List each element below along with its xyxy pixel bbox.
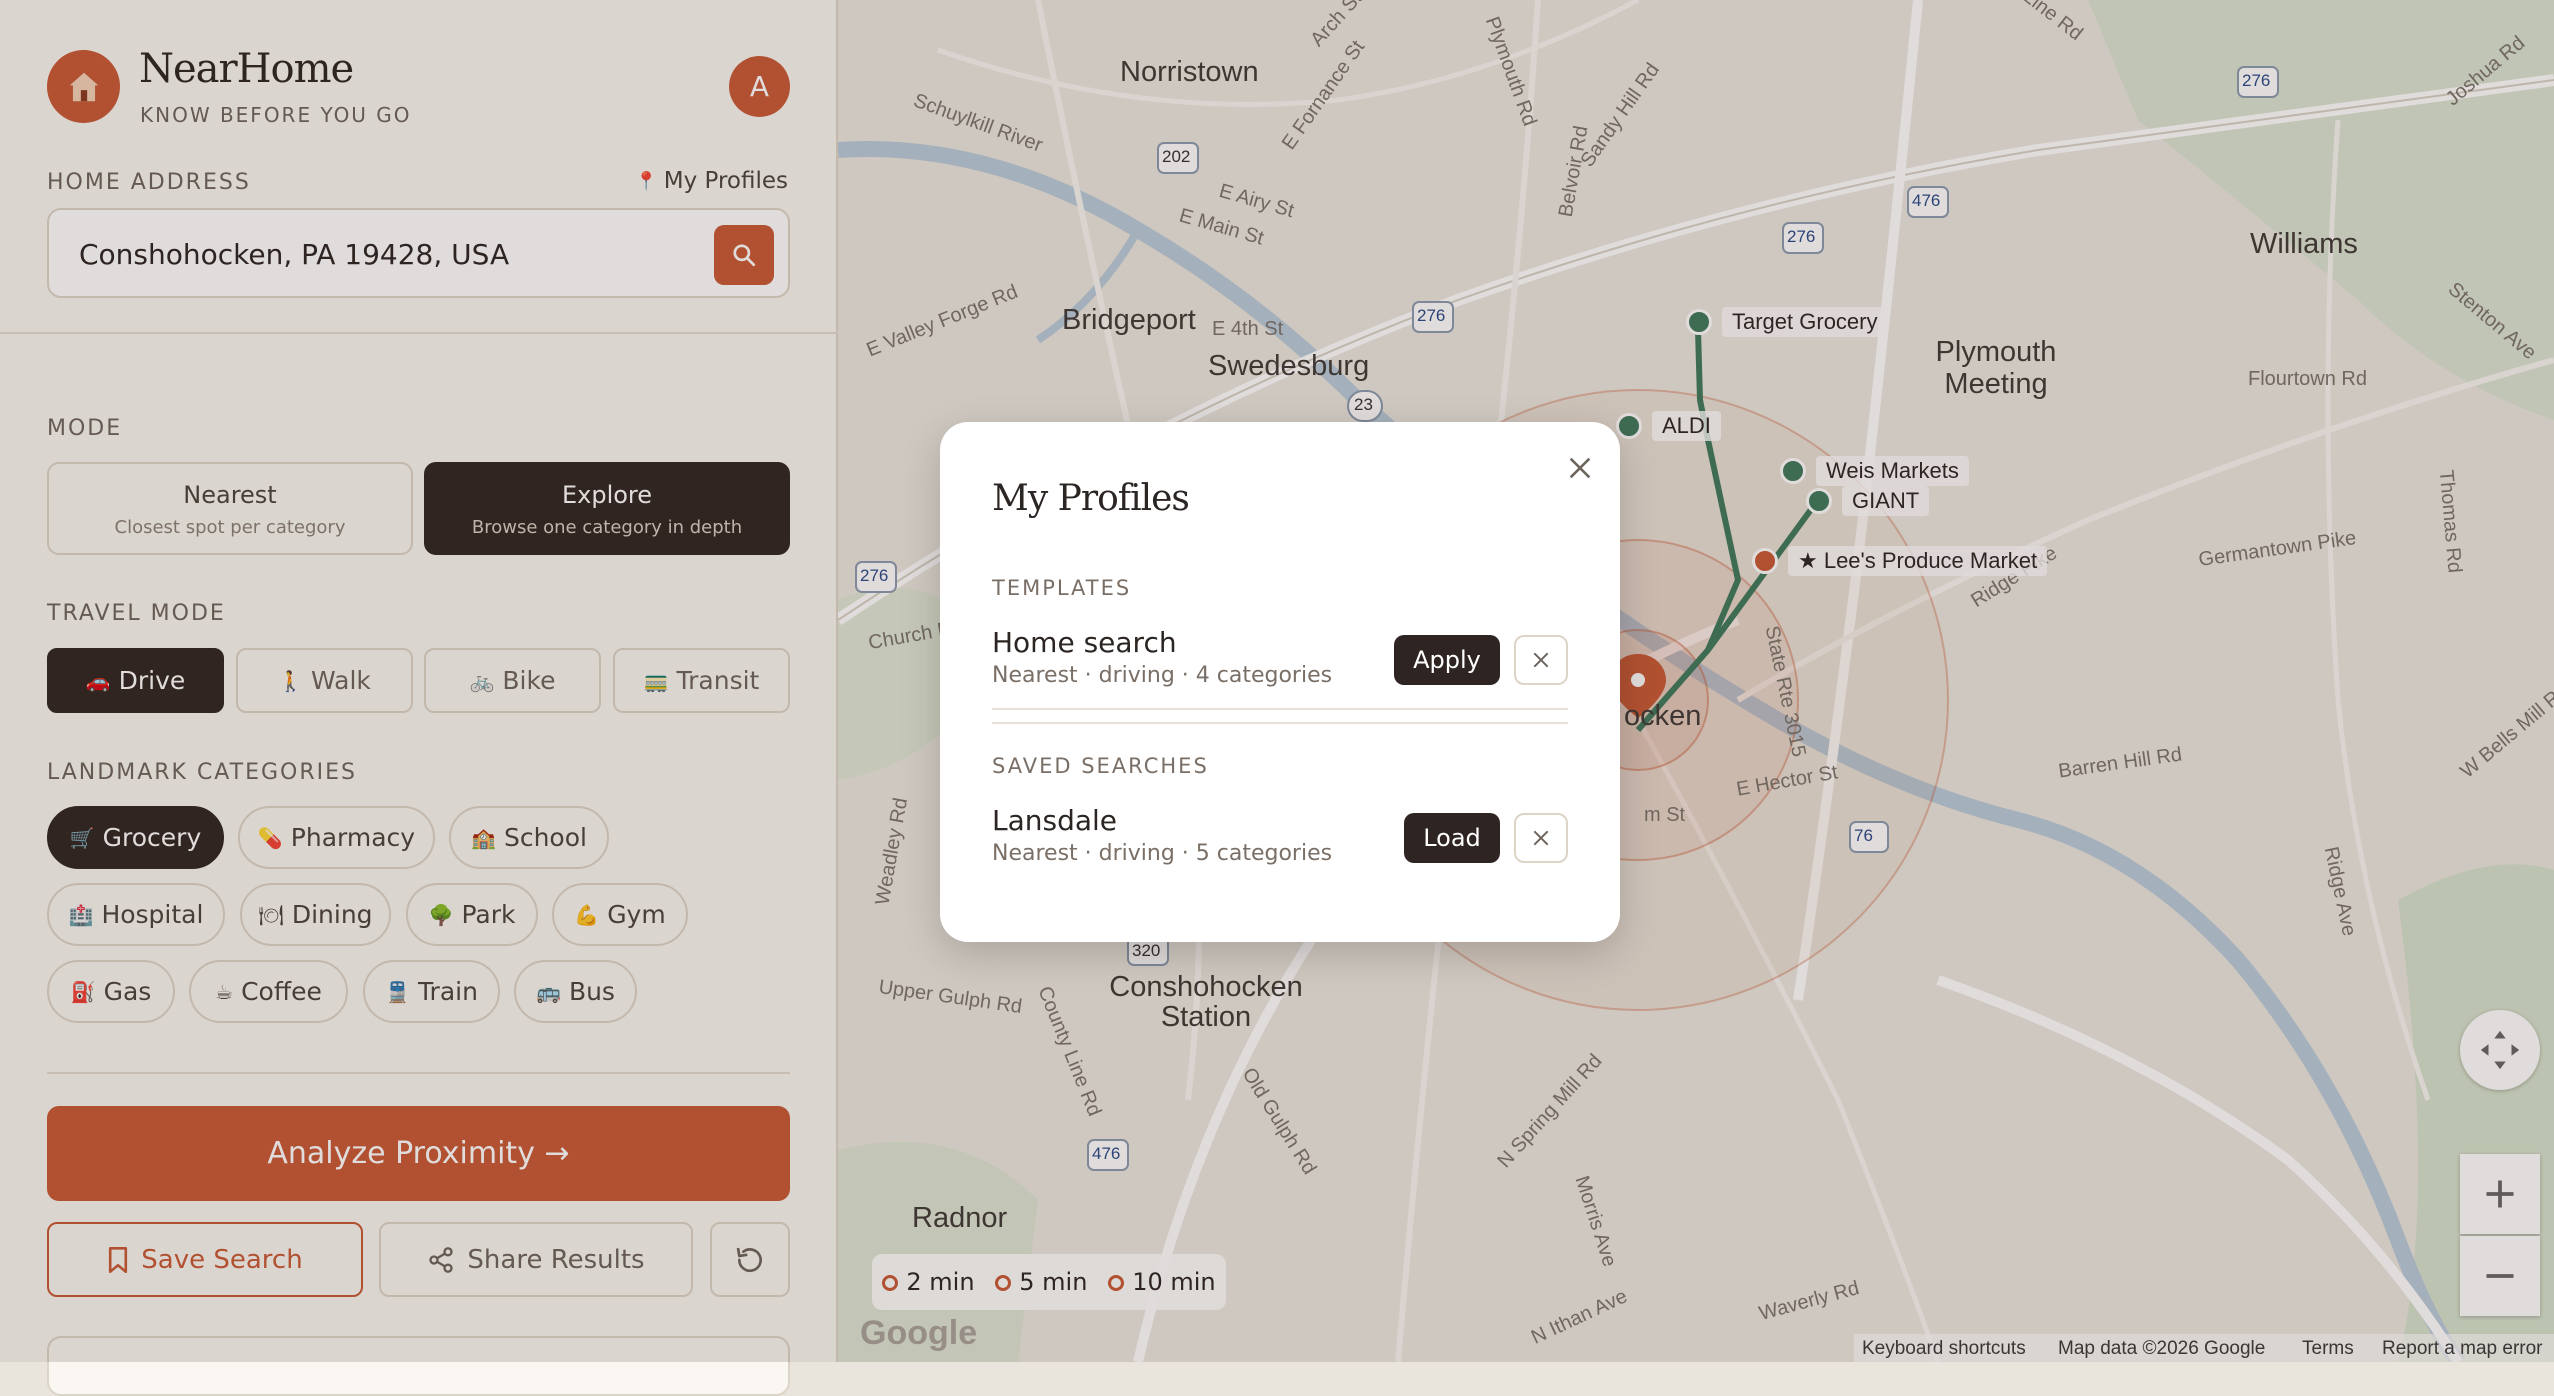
close-icon <box>1533 830 1549 846</box>
modal-divider <box>992 708 1568 710</box>
saved-searches-label: SAVED SEARCHES <box>992 754 1209 778</box>
saved-search-name: Lansdale <box>992 804 1118 837</box>
close-icon <box>1569 457 1591 479</box>
delete-saved-search-button[interactable] <box>1514 813 1568 863</box>
profiles-modal: My Profiles TEMPLATES Home search Neares… <box>940 422 1620 942</box>
template-name: Home search <box>992 626 1177 659</box>
templates-label: TEMPLATES <box>992 576 1132 600</box>
close-icon <box>1533 652 1549 668</box>
modal-title: My Profiles <box>992 478 1190 519</box>
saved-search-meta: Nearest · driving · 5 categories <box>992 841 1333 866</box>
delete-template-button[interactable] <box>1514 635 1568 685</box>
apply-template-button[interactable]: Apply <box>1394 635 1500 685</box>
load-search-button[interactable]: Load <box>1404 813 1500 863</box>
modal-close-button[interactable] <box>1560 448 1600 488</box>
modal-divider <box>992 722 1568 724</box>
template-meta: Nearest · driving · 4 categories <box>992 663 1333 688</box>
